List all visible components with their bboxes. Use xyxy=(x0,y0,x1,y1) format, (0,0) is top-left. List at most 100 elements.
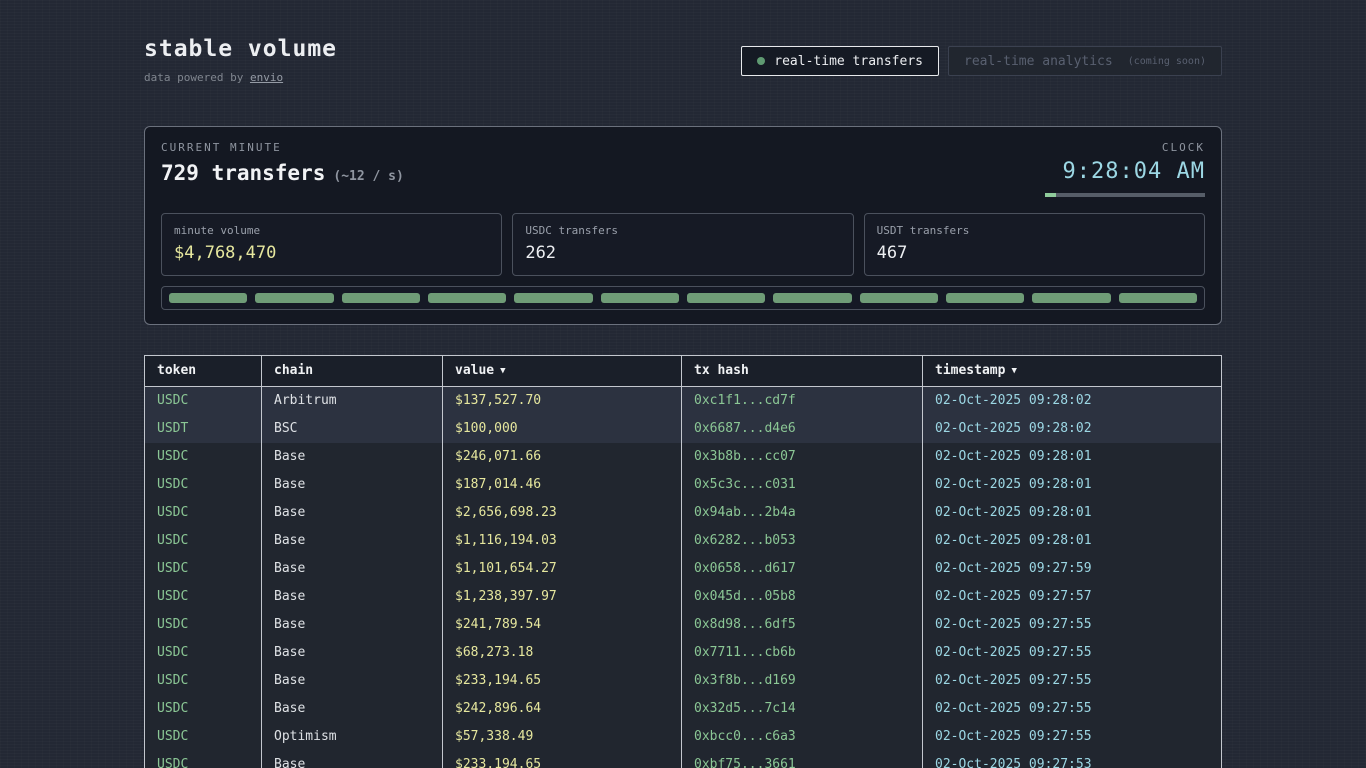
title-block: stable volume data powered by envio xyxy=(144,36,337,84)
cell-timestamp: 02-Oct-2025 09:27:57 xyxy=(923,583,1221,611)
cell-value: $187,014.46 xyxy=(443,471,682,499)
cell-timestamp: 02-Oct-2025 09:28:02 xyxy=(923,415,1221,443)
current-minute-label: CURRENT MINUTE xyxy=(161,141,404,154)
cell-token: USDC xyxy=(145,471,262,499)
table-row: USDCBase$1,238,397.970x045d...05b802-Oct… xyxy=(145,583,1221,611)
clock-label: CLOCK xyxy=(1045,141,1205,154)
transfers-table: token chain value▼ tx hash timestamp▼ US… xyxy=(144,355,1222,768)
clock-time: 9:28:04 AM xyxy=(1045,159,1205,184)
subtitle-text: data powered by xyxy=(144,71,250,84)
cell-chain: Base xyxy=(262,639,443,667)
cell-value: $233,194.65 xyxy=(443,751,682,768)
table-row: USDCOptimism$57,338.490xbcc0...c6a302-Oc… xyxy=(145,723,1221,751)
cell-token: USDC xyxy=(145,695,262,723)
cell-tx-hash[interactable]: 0x32d5...7c14 xyxy=(682,695,923,723)
table-row: USDCBase$242,896.640x32d5...7c1402-Oct-2… xyxy=(145,695,1221,723)
cell-token: USDT xyxy=(145,415,262,443)
table-row: USDCBase$2,656,698.230x94ab...2b4a02-Oct… xyxy=(145,499,1221,527)
col-header-timestamp-label: timestamp xyxy=(935,363,1005,378)
cell-tx-hash[interactable]: 0x8d98...6df5 xyxy=(682,611,923,639)
clock-progress-track xyxy=(1045,193,1205,197)
cell-value: $242,896.64 xyxy=(443,695,682,723)
cell-tx-hash[interactable]: 0x3b8b...cc07 xyxy=(682,443,923,471)
col-header-timestamp[interactable]: timestamp▼ xyxy=(923,356,1221,386)
table-row: USDCBase$233,194.650xbf75...366102-Oct-2… xyxy=(145,751,1221,768)
stat-minute-volume: minute volume $4,768,470 xyxy=(161,213,502,276)
cell-chain: Base xyxy=(262,695,443,723)
cell-tx-hash[interactable]: 0x5c3c...c031 xyxy=(682,471,923,499)
sort-desc-icon: ▼ xyxy=(500,366,505,376)
tab-analytics-label: real-time analytics xyxy=(964,54,1113,69)
panel-top: CURRENT MINUTE 729 transfers (~12 / s) CL… xyxy=(161,141,1205,197)
cell-value: $241,789.54 xyxy=(443,611,682,639)
cell-tx-hash[interactable]: 0x7711...cb6b xyxy=(682,639,923,667)
cell-chain: Base xyxy=(262,611,443,639)
minute-segments xyxy=(161,286,1205,310)
tab-analytics-suffix: (coming soon) xyxy=(1128,56,1206,67)
cell-value: $1,116,194.03 xyxy=(443,527,682,555)
transfer-count: 729 transfers (~12 / s) xyxy=(161,161,404,185)
table-row: USDTBSC$100,0000x6687...d4e602-Oct-2025 … xyxy=(145,415,1221,443)
minute-segment xyxy=(1119,293,1197,303)
cell-tx-hash[interactable]: 0x045d...05b8 xyxy=(682,583,923,611)
cell-value: $57,338.49 xyxy=(443,723,682,751)
stat-usdt-transfers: USDT transfers 467 xyxy=(864,213,1205,276)
cell-tx-hash[interactable]: 0x6282...b053 xyxy=(682,527,923,555)
cell-value: $233,194.65 xyxy=(443,667,682,695)
stat-label: minute volume xyxy=(174,224,489,237)
table-row: USDCBase$1,116,194.030x6282...b05302-Oct… xyxy=(145,527,1221,555)
cell-tx-hash[interactable]: 0x3f8b...d169 xyxy=(682,667,923,695)
tab-real-time-transfers[interactable]: real-time transfers xyxy=(741,46,939,76)
envio-link[interactable]: envio xyxy=(250,71,283,84)
cell-token: USDC xyxy=(145,583,262,611)
cell-timestamp: 02-Oct-2025 09:27:55 xyxy=(923,639,1221,667)
tab-transfers-label: real-time transfers xyxy=(774,54,923,69)
cell-token: USDC xyxy=(145,751,262,768)
transfers-table-body: USDCArbitrum$137,527.700xc1f1...cd7f02-O… xyxy=(145,387,1221,768)
cell-tx-hash[interactable]: 0x6687...d4e6 xyxy=(682,415,923,443)
minute-segment xyxy=(255,293,333,303)
col-header-value[interactable]: value ▼ xyxy=(443,356,682,386)
cell-chain: Base xyxy=(262,499,443,527)
page-title: stable volume xyxy=(144,36,337,62)
clock-box: CLOCK 9:28:04 AM xyxy=(1045,141,1205,197)
cell-token: USDC xyxy=(145,499,262,527)
cell-tx-hash[interactable]: 0xbcc0...c6a3 xyxy=(682,723,923,751)
minute-segment xyxy=(860,293,938,303)
tab-real-time-analytics[interactable]: real-time analytics (coming soon) xyxy=(948,46,1222,76)
cell-tx-hash[interactable]: 0xc1f1...cd7f xyxy=(682,387,923,415)
transfer-count-value: 729 transfers xyxy=(161,161,325,185)
cell-value: $137,527.70 xyxy=(443,387,682,415)
cell-chain: Base xyxy=(262,471,443,499)
table-row: USDCArbitrum$137,527.700xc1f1...cd7f02-O… xyxy=(145,387,1221,415)
live-dot-icon xyxy=(757,57,765,65)
cell-chain: Base xyxy=(262,443,443,471)
table-row: USDCBase$68,273.180x7711...cb6b02-Oct-20… xyxy=(145,639,1221,667)
cell-value: $2,656,698.23 xyxy=(443,499,682,527)
cell-token: USDC xyxy=(145,443,262,471)
cell-chain: BSC xyxy=(262,415,443,443)
transfer-rate: (~12 / s) xyxy=(333,169,403,184)
table-row: USDCBase$233,194.650x3f8b...d16902-Oct-2… xyxy=(145,667,1221,695)
cell-timestamp: 02-Oct-2025 09:27:53 xyxy=(923,751,1221,768)
table-row: USDCBase$246,071.660x3b8b...cc0702-Oct-2… xyxy=(145,443,1221,471)
minute-segment xyxy=(601,293,679,303)
cell-tx-hash[interactable]: 0x0658...d617 xyxy=(682,555,923,583)
table-row: USDCBase$1,101,654.270x0658...d61702-Oct… xyxy=(145,555,1221,583)
cell-chain: Base xyxy=(262,667,443,695)
col-header-token: token xyxy=(145,356,262,386)
cell-value: $246,071.66 xyxy=(443,443,682,471)
subtitle: data powered by envio xyxy=(144,71,337,84)
minute-segment xyxy=(342,293,420,303)
cell-token: USDC xyxy=(145,555,262,583)
col-header-chain: chain xyxy=(262,356,443,386)
cell-value: $68,273.18 xyxy=(443,639,682,667)
clock-progress-fill xyxy=(1045,193,1056,197)
col-header-value-label: value xyxy=(455,363,494,378)
cell-tx-hash[interactable]: 0x94ab...2b4a xyxy=(682,499,923,527)
stat-usdc-transfers: USDC transfers 262 xyxy=(512,213,853,276)
table-row: USDCBase$187,014.460x5c3c...c03102-Oct-2… xyxy=(145,471,1221,499)
cell-value: $100,000 xyxy=(443,415,682,443)
stat-value: 467 xyxy=(877,243,1192,263)
cell-tx-hash[interactable]: 0xbf75...3661 xyxy=(682,751,923,768)
